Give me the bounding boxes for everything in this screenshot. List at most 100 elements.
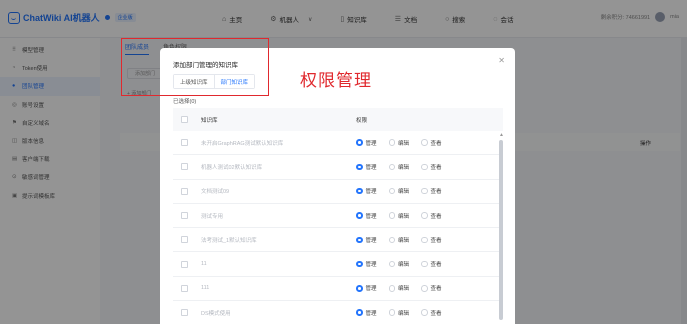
perm-label: 编辑 <box>398 262 410 269</box>
perm-edit[interactable]: 编辑 <box>388 212 410 220</box>
perm-label: 编辑 <box>398 310 410 317</box>
radio-view[interactable] <box>421 163 428 171</box>
knowledge-name: 111 <box>201 285 210 292</box>
table-row: 未开启GraphRAG测试默认知识库 管理 编辑 查看 <box>173 131 503 156</box>
knowledge-name: DS模式使用 <box>201 310 231 317</box>
perm-view[interactable]: 查看 <box>421 212 442 220</box>
radio-view[interactable] <box>421 309 428 316</box>
perm-edit[interactable]: 编辑 <box>388 163 409 171</box>
table-row: 机器人测试02默认知识库 管理 编辑 查看 <box>173 155 503 180</box>
selected-count: 已选择(0) <box>173 99 197 105</box>
radio-edit[interactable] <box>388 236 396 244</box>
column-permission: 权限 <box>356 117 368 124</box>
perm-label: 查看 <box>430 237 442 244</box>
radio-manage[interactable] <box>356 285 363 292</box>
row-checkbox[interactable] <box>181 163 188 171</box>
table-header: 知识库 权限 <box>173 108 503 131</box>
perm-edit[interactable]: 编辑 <box>388 260 410 269</box>
perm-label: 管理 <box>365 213 377 220</box>
select-all-checkbox[interactable] <box>181 116 188 123</box>
perm-edit[interactable]: 编辑 <box>388 139 410 147</box>
perm-view[interactable]: 查看 <box>421 260 442 268</box>
perm-label: 编辑 <box>398 140 410 147</box>
perm-view[interactable]: 查看 <box>421 236 442 244</box>
scroll-up-icon[interactable]: ▲ <box>499 132 504 138</box>
table-row: 测试专用 管理 编辑 查看 <box>173 204 503 229</box>
perm-manage[interactable]: 管理 <box>356 284 377 292</box>
knowledge-name: 法考测试_1默认知识库 <box>201 237 257 244</box>
perm-label: 查看 <box>430 262 442 269</box>
perm-label: 查看 <box>430 189 442 196</box>
table-row: 111 管理 编辑 查看 <box>173 277 503 302</box>
perm-manage[interactable]: 管理 <box>356 163 377 171</box>
radio-edit[interactable] <box>388 139 396 146</box>
highlight-box <box>121 38 269 96</box>
perm-view[interactable]: 查看 <box>421 309 442 317</box>
radio-edit[interactable] <box>388 163 396 171</box>
row-checkbox[interactable] <box>181 187 188 195</box>
row-checkbox[interactable] <box>181 260 188 268</box>
perm-edit[interactable]: 编辑 <box>388 187 410 196</box>
knowledge-name: 机器人测试02默认知识库 <box>201 164 263 171</box>
perm-view[interactable]: 查看 <box>421 139 442 147</box>
perm-manage[interactable]: 管理 <box>356 187 377 195</box>
knowledge-name: 测试专用 <box>201 213 224 220</box>
perm-label: 管理 <box>365 262 377 269</box>
radio-manage[interactable] <box>356 309 363 316</box>
radio-manage[interactable] <box>356 139 363 146</box>
radio-edit[interactable] <box>388 309 396 316</box>
perm-manage[interactable]: 管理 <box>356 139 377 147</box>
knowledge-table: 知识库 权限 未开启GraphRAG测试默认知识库 管理 编辑 查看 机器人测试02默认… <box>173 108 503 324</box>
radio-manage[interactable] <box>356 236 363 244</box>
perm-edit[interactable]: 编辑 <box>388 284 409 292</box>
perm-view[interactable]: 查看 <box>421 284 442 292</box>
perm-label: 管理 <box>365 164 377 171</box>
perm-manage[interactable]: 管理 <box>356 260 377 268</box>
perm-label: 查看 <box>430 310 442 317</box>
perm-label: 查看 <box>430 140 442 147</box>
permission-group: 管理 编辑 查看 <box>356 260 450 268</box>
perm-edit[interactable]: 编辑 <box>388 236 409 244</box>
permission-group: 管理 编辑 查看 <box>356 284 450 292</box>
table-row: 11 管理 编辑 查看 <box>173 252 503 277</box>
perm-label: 编辑 <box>398 213 410 220</box>
perm-view[interactable]: 查看 <box>421 163 442 171</box>
perm-label: 编辑 <box>398 189 410 196</box>
perm-label: 管理 <box>365 237 377 244</box>
row-checkbox[interactable] <box>181 139 188 147</box>
radio-edit[interactable] <box>388 187 396 195</box>
radio-view[interactable] <box>421 212 428 219</box>
radio-view[interactable] <box>421 260 428 268</box>
perm-label: 管理 <box>365 286 377 293</box>
perm-edit[interactable]: 编辑 <box>388 309 410 317</box>
radio-edit[interactable] <box>388 285 396 292</box>
permission-group: 管理 编辑 查看 <box>356 187 450 195</box>
table-scrollbar[interactable] <box>499 140 503 320</box>
radio-manage[interactable] <box>356 163 363 171</box>
knowledge-name: 文档测试09 <box>201 189 230 196</box>
radio-manage[interactable] <box>356 260 363 268</box>
knowledge-name: 11 <box>201 261 207 268</box>
radio-edit[interactable] <box>388 212 396 219</box>
annotation-label: 权限管理 <box>300 71 372 91</box>
table-row: 法考测试_1默认知识库 管理 编辑 查看 <box>173 228 503 253</box>
permission-group: 管理 编辑 查看 <box>356 163 450 171</box>
perm-manage[interactable]: 管理 <box>356 236 377 244</box>
column-knowledge: 知识库 <box>201 117 218 124</box>
row-checkbox[interactable] <box>181 284 188 292</box>
row-checkbox[interactable] <box>181 236 188 244</box>
radio-view[interactable] <box>421 236 428 244</box>
radio-view[interactable] <box>421 187 428 195</box>
radio-view[interactable] <box>421 285 428 292</box>
row-checkbox[interactable] <box>181 212 188 220</box>
row-checkbox[interactable] <box>181 309 188 317</box>
close-icon[interactable]: ✕ <box>498 56 505 65</box>
perm-view[interactable]: 查看 <box>421 187 442 195</box>
perm-manage[interactable]: 管理 <box>356 309 377 317</box>
radio-manage[interactable] <box>356 212 363 219</box>
radio-manage[interactable] <box>356 187 363 195</box>
table-row: DS模式使用 管理 编辑 查看 <box>173 301 503 324</box>
radio-view[interactable] <box>421 139 428 146</box>
perm-manage[interactable]: 管理 <box>356 212 377 220</box>
radio-edit[interactable] <box>388 260 396 268</box>
